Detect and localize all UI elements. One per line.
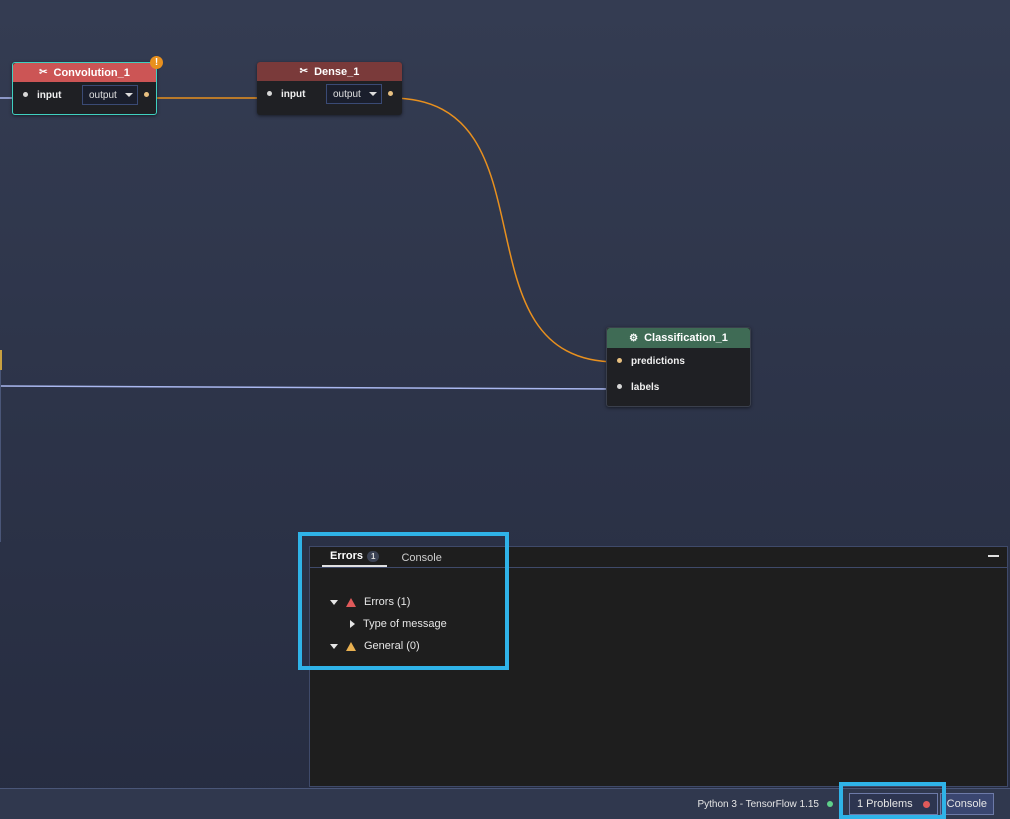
minimize-icon[interactable] xyxy=(988,555,999,557)
node-dense[interactable]: ✂ Dense_1 input output xyxy=(257,62,402,115)
node-convolution-header[interactable]: ✂ Convolution_1 xyxy=(13,63,156,82)
tree-item-general[interactable]: General (0) xyxy=(330,635,447,657)
layer-icon: ✂ xyxy=(299,66,309,77)
layer-icon: ✂ xyxy=(39,67,48,78)
input-port-label: input xyxy=(281,88,306,100)
output-port-dropdown[interactable]: output xyxy=(326,84,382,104)
output-port-label: output xyxy=(333,88,361,100)
panel-tabs: Errors 1 Console xyxy=(310,547,1007,568)
port-row: input output xyxy=(13,82,156,108)
kernel-status[interactable]: Python 3 - TensorFlow 1.15 xyxy=(697,799,833,810)
predictions-port-label: predictions xyxy=(631,355,685,367)
error-count-badge: 1 xyxy=(367,550,380,562)
console-label: Console xyxy=(946,798,987,810)
output-port-dot[interactable] xyxy=(144,92,149,97)
kernel-label: Python 3 - TensorFlow 1.15 xyxy=(697,798,819,810)
problems-panel: Errors 1 Console Errors (1) Type of mess… xyxy=(309,546,1008,787)
node-dense-title: Dense_1 xyxy=(314,65,360,78)
predictions-port-dot[interactable] xyxy=(617,358,622,363)
node-classification-header[interactable]: ⚙ Classification_1 xyxy=(607,328,750,348)
error-dot-icon xyxy=(922,800,930,808)
status-bar: Python 3 - TensorFlow 1.15 1 Problems Co… xyxy=(0,788,1010,819)
output-port-dropdown[interactable]: output xyxy=(82,85,138,105)
port-row: labels xyxy=(607,374,750,400)
node-classification-title: Classification_1 xyxy=(644,332,728,344)
tab-errors[interactable]: Errors 1 xyxy=(322,550,388,567)
tab-errors-label: Errors xyxy=(330,550,364,562)
input-port-label: input xyxy=(37,89,62,101)
collapse-icon[interactable] xyxy=(350,620,355,628)
node-dense-header[interactable]: ✂ Dense_1 xyxy=(257,62,402,81)
labels-port-dot[interactable] xyxy=(617,384,622,389)
tree-item-errors[interactable]: Errors (1) xyxy=(330,591,447,613)
tab-console-label: Console xyxy=(401,552,442,564)
port-row: predictions xyxy=(607,348,750,374)
tab-console[interactable]: Console xyxy=(393,552,449,567)
wire-labels xyxy=(0,385,618,390)
gear-icon: ⚙ xyxy=(629,332,639,344)
input-port-dot[interactable] xyxy=(23,92,28,97)
expand-icon[interactable] xyxy=(330,643,338,649)
problems-label: 1 Problems xyxy=(857,798,913,810)
offscreen-node-border xyxy=(0,370,1,542)
console-button[interactable]: Console xyxy=(939,793,994,815)
problems-tree: Errors (1) Type of message General (0) xyxy=(330,591,447,657)
node-classification[interactable]: ⚙ Classification_1 predictions labels xyxy=(606,327,751,407)
warning-icon[interactable]: ! xyxy=(150,56,163,69)
expand-icon[interactable] xyxy=(330,599,338,605)
output-port-label: output xyxy=(89,89,117,101)
wire-dense-to-classification xyxy=(390,97,618,363)
node-convolution[interactable]: ✂ Convolution_1 input output xyxy=(12,62,157,115)
tree-item-label: Type of message xyxy=(363,618,447,630)
problems-button[interactable]: 1 Problems xyxy=(849,793,938,815)
tree-item-label: General (0) xyxy=(364,640,420,652)
kernel-status-dot xyxy=(827,801,833,807)
warning-triangle-icon xyxy=(346,641,356,651)
offscreen-node-edge xyxy=(0,350,2,370)
tree-item-type-of-message[interactable]: Type of message xyxy=(330,613,447,635)
port-row: input output xyxy=(257,81,402,107)
output-port-dot[interactable] xyxy=(388,91,393,96)
labels-port-label: labels xyxy=(631,381,660,393)
node-convolution-title: Convolution_1 xyxy=(53,66,130,79)
chevron-down-icon xyxy=(368,92,377,96)
chevron-down-icon xyxy=(124,93,133,97)
error-triangle-icon xyxy=(346,597,356,607)
input-port-dot[interactable] xyxy=(267,91,272,96)
tree-item-label: Errors (1) xyxy=(364,596,411,608)
